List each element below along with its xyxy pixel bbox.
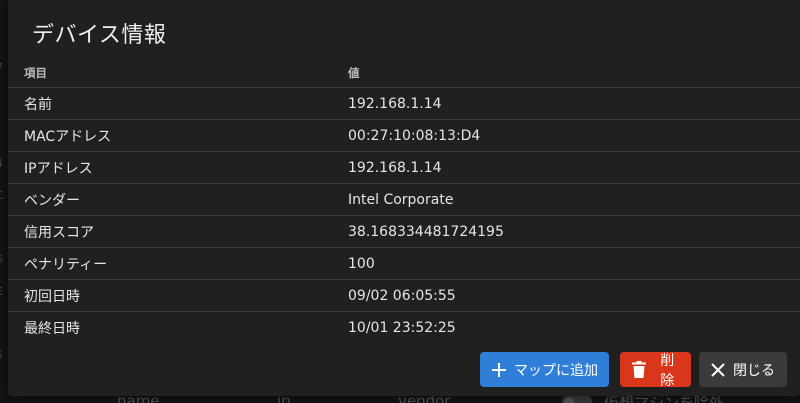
dialog-title: デバイス情報 [32, 23, 167, 48]
add-to-map-label: マップに追加 [514, 362, 598, 379]
table-header-row: 項目 値 [8, 58, 800, 88]
row-value: 192.168.1.14 [348, 151, 800, 184]
row-value: 38.168334481724195 [348, 215, 800, 248]
row-label: ベンダー [8, 183, 348, 216]
table-row: 最終日時 10/01 23:52:25 [8, 312, 800, 344]
delete-label: 削除 [660, 352, 675, 389]
row-label: 信用スコア [8, 215, 348, 248]
device-info-dialog: デバイス情報 項目 値 名前 192.168.1.14 MACアドレス 00:2… [8, 0, 800, 396]
device-info-table: 項目 値 名前 192.168.1.14 MACアドレス 00:27:10:08… [8, 58, 800, 343]
close-label: 閉じる [733, 362, 775, 379]
table-row: MACアドレス 00:27:10:08:13:D4 [8, 119, 800, 152]
delete-button[interactable]: 削除 [620, 352, 691, 389]
row-value: 00:27:10:08:13:D4 [348, 119, 800, 152]
row-value: 192.168.1.14 [348, 87, 800, 120]
row-label: IPアドレス [8, 151, 348, 184]
table-row: 名前 192.168.1.14 [8, 87, 800, 120]
row-label: MACアドレス [8, 119, 348, 152]
table-row: ベンダー Intel Corporate [8, 183, 800, 216]
row-label: 最終日時 [24, 320, 80, 337]
row-value: 100 [348, 247, 800, 280]
row-value: 10/01 23:52:25 [348, 319, 456, 336]
table-row: IPアドレス 192.168.1.14 [8, 151, 800, 184]
row-label: ペナリティー [8, 247, 348, 280]
row-value: 09/02 06:05:55 [348, 279, 800, 312]
plus-icon [490, 361, 508, 379]
column-header-item: 項目 [8, 58, 348, 88]
table-row: 初回日時 09/02 06:05:55 [8, 279, 800, 312]
close-button[interactable]: 閉じる [699, 352, 787, 387]
table-row: 信用スコア 38.168334481724195 [8, 215, 800, 248]
table-row: ペナリティー 100 [8, 247, 800, 280]
exclude-vm-toggle[interactable] [562, 395, 592, 403]
add-to-map-button[interactable]: マップに追加 [480, 352, 609, 387]
close-icon [709, 361, 727, 379]
row-value: Intel Corporate [348, 183, 800, 216]
trash-icon [630, 361, 648, 379]
column-header-value: 値 [348, 58, 800, 88]
row-label: 初回日時 [8, 279, 348, 312]
row-label: 名前 [8, 87, 348, 120]
